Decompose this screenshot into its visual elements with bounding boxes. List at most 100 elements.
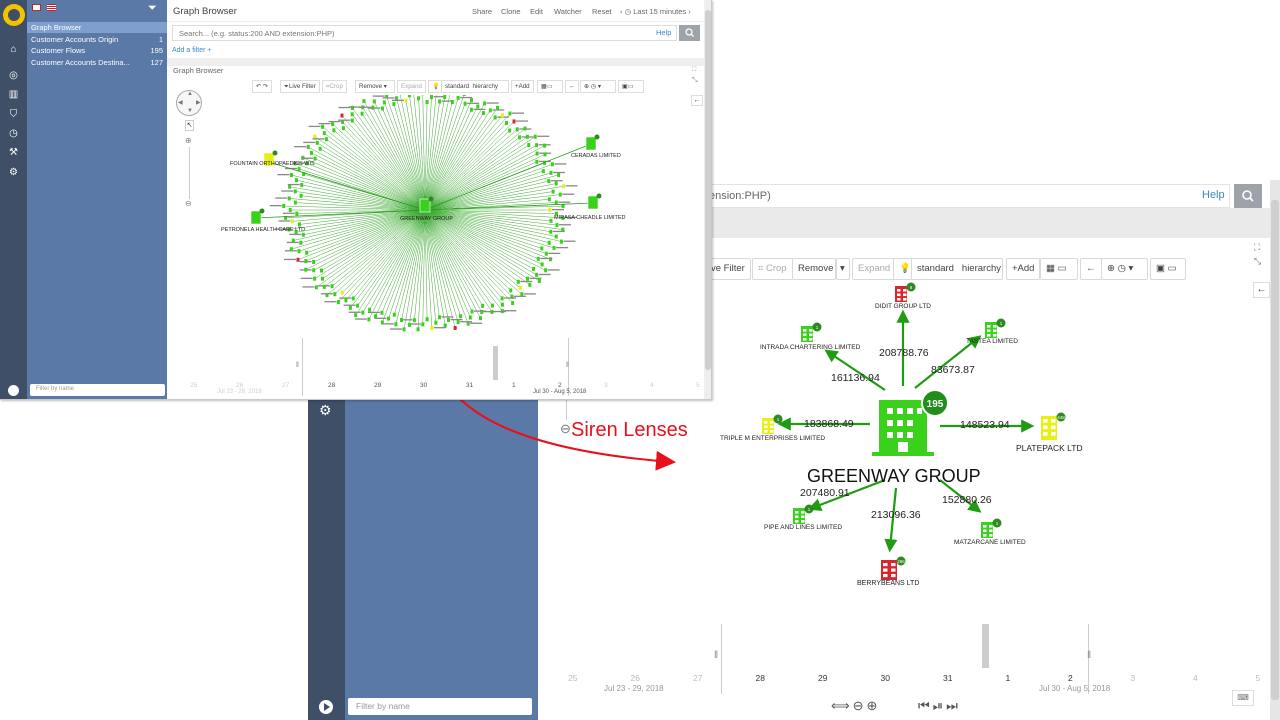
settings-icon[interactable]: ⚙ xyxy=(319,402,332,419)
zoom-save-button[interactable]: ▣ ▭ xyxy=(1150,258,1186,280)
node-building-icon[interactable]: 448 xyxy=(1040,412,1068,442)
history-icon[interactable]: ◷ xyxy=(8,128,19,139)
add-button[interactable]: +Add xyxy=(511,80,534,93)
keyboard-icon[interactable]: ⌨ xyxy=(1232,690,1254,706)
zoom-out-icon[interactable]: ⊖ xyxy=(853,698,867,713)
window-scrollbar[interactable] xyxy=(704,0,711,399)
center-node[interactable]: 195 xyxy=(872,389,949,456)
node-building-icon[interactable]: 1 xyxy=(761,414,785,436)
zoom-crop-button[interactable]: ⌗ Crop xyxy=(752,258,793,280)
top-link-watcher[interactable]: Watcher xyxy=(554,7,582,16)
table-button[interactable]: ▦▭ xyxy=(537,80,563,93)
zoom-in-icon[interactable]: ⊕ xyxy=(867,698,881,713)
funnel-icon[interactable]: ⏷ xyxy=(148,2,157,15)
zoom-collapse-icon[interactable]: ⤡ xyxy=(1254,256,1261,267)
top-link-share[interactable]: Share xyxy=(472,7,492,16)
zoom-timeline[interactable]: ‖ ‖ xyxy=(538,614,1270,694)
time-picker[interactable]: ‹ ◷ Last 15 minutes › xyxy=(620,7,691,16)
mini-handle-right[interactable]: ‖ xyxy=(566,362,569,369)
discover-icon[interactable]: ◎ xyxy=(8,70,19,81)
undo-icon[interactable]: ↶ xyxy=(256,83,261,90)
chevron-left-icon[interactable]: ‹ xyxy=(620,7,623,16)
add-filter-link[interactable]: Add a filter + xyxy=(172,47,212,54)
layout-button[interactable]: standard hierarchy xyxy=(441,80,509,93)
filter-by-name-input[interactable]: Filter by name xyxy=(30,384,165,396)
top-link-reset[interactable]: Reset xyxy=(592,7,612,16)
zoom-expand-icon[interactable]: ⛶ xyxy=(1254,242,1260,253)
help-link[interactable]: Help xyxy=(656,28,671,37)
zoom-back-button[interactable]: ← xyxy=(1080,258,1102,280)
fullscreen-icon[interactable]: ⛶ xyxy=(692,67,696,74)
timeline-play-controls[interactable]: ⏮⏯⏭ xyxy=(918,698,961,714)
top-link-edit[interactable]: Edit xyxy=(530,7,543,16)
visualize-icon[interactable]: ▥ xyxy=(8,89,19,100)
play-circle-icon[interactable]: ⏯ xyxy=(933,698,946,713)
search-input[interactable]: Search... (e.g. status:200 AND extension… xyxy=(172,25,677,41)
crop-button[interactable]: ⌗Crop xyxy=(322,80,347,93)
zoom-panel-toggle-icon[interactable]: ← xyxy=(1253,282,1270,298)
save-button[interactable]: ▣▭ xyxy=(618,80,644,93)
edge-value-berrybeans: 213096.36 xyxy=(871,509,921,521)
flag-us-icon[interactable] xyxy=(47,4,56,11)
node-label-tastea: TASTEA LIMITED xyxy=(966,338,1018,345)
play-icon[interactable] xyxy=(8,385,19,396)
node-building-icon[interactable]: 266 xyxy=(880,556,908,582)
zoom-filter-input[interactable]: Filter by name xyxy=(348,698,532,715)
home-icon[interactable]: ⌂ xyxy=(8,44,19,55)
timeline-handle-left[interactable]: ‖ xyxy=(714,650,718,661)
timeline-zoom-controls[interactable]: ⟺⊖⊕ xyxy=(831,698,880,714)
graph-node[interactable] xyxy=(585,136,597,151)
mini-handle-left[interactable]: ‖ xyxy=(296,362,299,369)
forward-icon[interactable]: ⏭ xyxy=(946,698,961,713)
node-building-icon[interactable]: 1 xyxy=(984,318,1008,340)
wrench-icon[interactable]: ⚒ xyxy=(8,147,19,158)
mini-axis-tick: 31 xyxy=(466,382,474,389)
shield-icon[interactable]: ⛉ xyxy=(8,109,19,120)
live-filter-button[interactable]: ⏷Live Filter xyxy=(280,80,320,93)
graph-node[interactable] xyxy=(250,210,262,225)
redo-icon[interactable]: ↷ xyxy=(263,83,268,90)
zoom-table-button[interactable]: ▦ ▭ xyxy=(1040,258,1078,280)
zoom-help-link[interactable]: Help xyxy=(1202,189,1225,201)
undo-redo-buttons[interactable]: ↶ ↷ xyxy=(252,80,273,93)
search-button[interactable] xyxy=(679,25,700,41)
shrink-icon[interactable]: ⤡ xyxy=(692,77,698,85)
expand-button[interactable]: Expand xyxy=(397,80,426,93)
remove-button[interactable]: Remove ▾ xyxy=(355,80,395,93)
zoom-add-button[interactable]: +Add xyxy=(1006,258,1041,280)
graph-node[interactable] xyxy=(419,198,431,213)
app-logo[interactable] xyxy=(3,4,25,26)
mini-label-greenway: GREENWAY GROUP xyxy=(400,216,454,222)
zoom-live-filter-button[interactable]: ve Filter xyxy=(706,258,751,280)
zoom-layout-button[interactable]: standard hierarchy xyxy=(911,258,1003,280)
zoom-search-button[interactable] xyxy=(1234,184,1262,208)
saved-search-item[interactable]: Graph Browser xyxy=(27,22,167,33)
timeline-handle-right[interactable]: ‖ xyxy=(1087,650,1091,661)
zoom-axis-tick: 25 xyxy=(568,673,578,683)
play-icon[interactable] xyxy=(319,700,333,714)
mini-label-petronela: PETRONELA HEALTH CARE LTD xyxy=(221,227,306,233)
node-label-intrada: INTRADA CHARTERING LIMITED xyxy=(760,344,861,351)
fit-icon[interactable]: ⟺ xyxy=(831,698,853,713)
node-building-icon[interactable]: 1 xyxy=(800,322,824,344)
node-building-icon[interactable]: 1 xyxy=(980,518,1004,540)
back-button[interactable]: ← xyxy=(565,80,580,93)
node-building-icon[interactable]: 1 xyxy=(792,504,816,526)
rewind-icon[interactable]: ⏮ xyxy=(918,698,933,713)
saved-search-count: 127 xyxy=(150,57,163,67)
flag-uk-icon[interactable] xyxy=(32,4,41,11)
zoom-axis-tick: 3 xyxy=(1130,673,1136,683)
zoom-globe-button[interactable]: ⊕ ◷ ▾ xyxy=(1101,258,1148,280)
gear-icon[interactable]: ⚙ xyxy=(8,167,19,178)
zoom-remove-dropdown[interactable]: ▾ xyxy=(836,258,850,280)
zoom-expand-button[interactable]: Expand xyxy=(852,258,897,280)
chevron-right-icon[interactable]: › xyxy=(688,7,691,16)
top-link-clone[interactable]: Clone xyxy=(501,7,521,16)
globe-button[interactable]: ⊕ ◷ ▾ xyxy=(580,80,616,93)
zoom-remove-button[interactable]: Remove xyxy=(792,258,836,280)
mini-axis-tick: 26 xyxy=(236,382,244,389)
graph-node[interactable] xyxy=(587,195,599,210)
zoom-scrollbar[interactable] xyxy=(1270,180,1280,720)
node-building-icon[interactable]: 8 xyxy=(894,282,918,304)
mini-range-right: Jul 30 - Aug 5, 2018 xyxy=(533,389,587,395)
